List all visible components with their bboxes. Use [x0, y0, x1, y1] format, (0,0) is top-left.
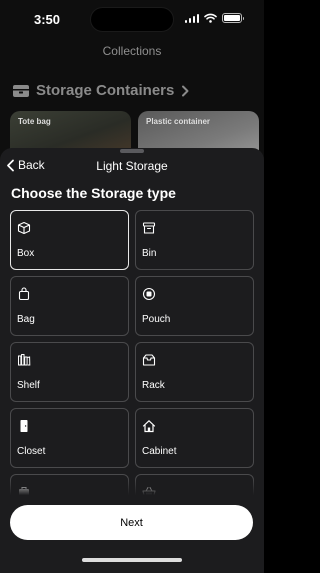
- bag-icon: [18, 287, 30, 301]
- status-bar: 3:50: [0, 0, 264, 38]
- cabinet-icon: [142, 420, 156, 433]
- closet-icon: [20, 420, 28, 432]
- pouch-icon: [142, 287, 156, 301]
- nav-title: Collections: [102, 44, 162, 58]
- storage-box-icon: [13, 84, 29, 97]
- status-time: 3:50: [34, 12, 61, 27]
- option-label: Bag: [17, 314, 35, 325]
- bin-icon: [142, 222, 156, 234]
- option-label: Cabinet: [142, 446, 177, 457]
- card-tag: Tote bag: [18, 117, 51, 126]
- storage-option-pouch[interactable]: Pouch: [135, 276, 254, 336]
- dynamic-island: [90, 7, 174, 32]
- section-header[interactable]: Storage Containers: [12, 82, 190, 99]
- section-title: Storage Containers: [36, 82, 175, 99]
- storage-option-shelf[interactable]: Shelf: [10, 342, 129, 402]
- wifi-icon: [204, 13, 217, 23]
- option-label: Box: [17, 248, 35, 259]
- next-button[interactable]: Next: [10, 505, 253, 540]
- option-label: Pouch: [142, 314, 171, 325]
- box-icon: [17, 221, 31, 235]
- storage-option-rack[interactable]: Rack: [135, 342, 254, 402]
- storage-option-closet[interactable]: Closet: [10, 408, 129, 468]
- card-tag: Plastic container: [146, 117, 211, 126]
- storage-option-box[interactable]: Box: [10, 210, 129, 270]
- option-label: Shelf: [17, 380, 40, 391]
- storage-option-bag[interactable]: Bag: [10, 276, 129, 336]
- page-heading: Choose the Storage type: [11, 185, 176, 201]
- option-label: Bin: [142, 248, 157, 259]
- shelf-icon: [18, 354, 31, 366]
- storage-option-bin[interactable]: Bin: [135, 210, 254, 270]
- chevron-right-icon: [182, 85, 189, 96]
- sheet-grabber[interactable]: [120, 149, 144, 153]
- cellular-signal-icon: [184, 13, 199, 23]
- storage-option-cabinet[interactable]: Cabinet: [135, 408, 254, 468]
- sheet-title: Light Storage: [96, 159, 168, 173]
- sheet-header: Back Light Storage: [0, 158, 264, 178]
- home-indicator[interactable]: [82, 558, 182, 562]
- status-icons: [184, 13, 244, 23]
- option-label: Rack: [142, 380, 165, 391]
- battery-icon: [222, 13, 244, 23]
- storage-type-sheet: Back Light Storage Choose the Storage ty…: [0, 148, 264, 573]
- option-label: Closet: [17, 446, 46, 457]
- rack-icon: [142, 354, 156, 366]
